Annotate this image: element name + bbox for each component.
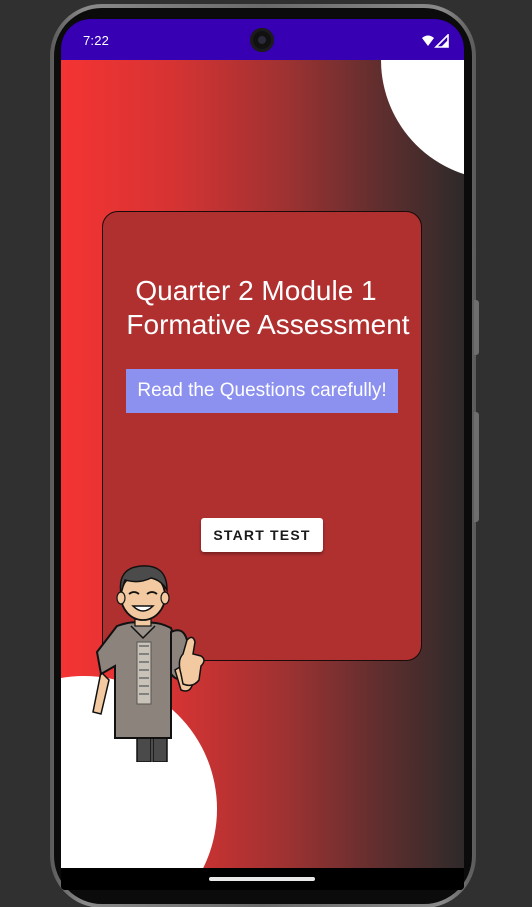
title-line-2: Formative Assessment (126, 309, 410, 340)
decorative-circle-top-right (381, 60, 464, 180)
instruction-banner: Read the Questions carefully! (126, 369, 398, 413)
status-icons (422, 34, 449, 48)
app-content: Quarter 2 Module 1 Formative Assessment … (61, 60, 464, 868)
phone-screen: 7:22 Quarter 2 Module 1 Formative Assess… (61, 19, 464, 890)
front-camera-icon (250, 28, 274, 52)
page-title: Quarter 2 Module 1 Formative Assessment (103, 274, 421, 342)
title-line-1: Quarter 2 Module 1 (135, 275, 377, 306)
thumbs-up-boy-illustration (92, 565, 205, 762)
power-button (474, 412, 479, 522)
device-stage: 7:22 Quarter 2 Module 1 Formative Assess… (0, 0, 532, 907)
wifi-icon (422, 35, 434, 46)
status-bar: 7:22 (61, 19, 464, 60)
volume-button (474, 300, 479, 355)
navigation-bar (61, 868, 464, 890)
home-gesture-handle[interactable] (209, 877, 315, 881)
start-test-button[interactable]: START TEST (201, 518, 323, 552)
status-time: 7:22 (83, 33, 110, 48)
